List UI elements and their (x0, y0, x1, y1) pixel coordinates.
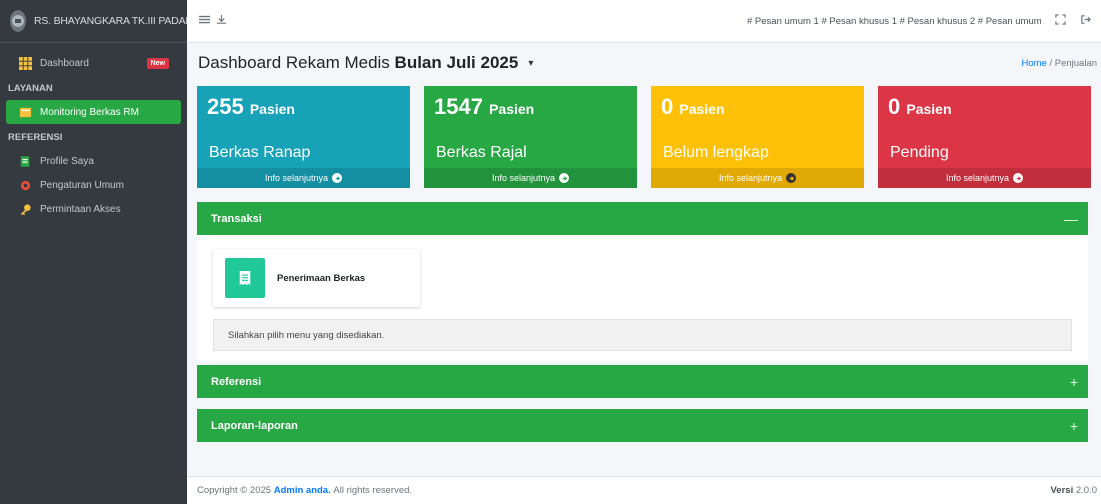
logout-icon[interactable] (1080, 14, 1091, 28)
arrow-circle-right-icon (332, 173, 343, 183)
expand-plus-icon[interactable]: + (1070, 418, 1078, 434)
stat-box-rajal: 1547 Pasien Berkas Rajal Info selanjutny… (424, 86, 637, 188)
fullscreen-icon[interactable] (1055, 14, 1066, 28)
page-title-period: Bulan Juli 2025 (394, 53, 519, 72)
arrow-circle-right-icon (1013, 173, 1024, 183)
sidebar-item-label: Permintaan Akses (40, 203, 121, 215)
sidebar-item-monitoring[interactable]: Monitoring Berkas RM (6, 100, 181, 124)
stat-label: Pending (890, 144, 949, 161)
period-dropdown-caret-icon[interactable]: ▾ (528, 58, 533, 69)
expand-plus-icon[interactable]: + (1070, 374, 1078, 390)
nav-header-referensi: REFERENSI (8, 132, 63, 143)
stat-more-info-link[interactable]: Info selanjutnya (878, 168, 1091, 188)
topbar: # Pesan umum 1 # Pesan khusus 1 # Pesan … (187, 0, 1101, 43)
version-info: Versi 2.0.0 (1051, 485, 1101, 496)
card-transaksi: Transaksi — Penerimaan Berkas Silahkan p… (197, 202, 1088, 361)
stat-number: 0 Pasien (661, 94, 725, 119)
brand-logo (10, 10, 26, 32)
copyright-text: Copyright © 2025 (197, 485, 272, 496)
stat-boxes: 255 Pasien Berkas Ranap Info selanjutnya… (187, 86, 1101, 188)
card-referensi: Referensi + (197, 365, 1088, 398)
sidebar-item-pengaturan[interactable]: Pengaturan Umum (6, 173, 181, 197)
page-footer: Copyright © 2025 Admin anda. All rights … (187, 476, 1101, 504)
stat-label: Belum lengkap (663, 144, 769, 161)
stat-number: 0 Pasien (888, 94, 952, 119)
stat-more-info-link[interactable]: Info selanjutnya (197, 168, 410, 188)
stat-number: 1547 Pasien (434, 94, 535, 119)
key-icon (18, 202, 32, 216)
stat-label: Berkas Rajal (436, 144, 527, 161)
menu-tile-label: Penerimaan Berkas (277, 272, 366, 284)
rights-text: All rights reserved. (333, 485, 413, 496)
card-laporan: Laporan-laporan + (197, 409, 1088, 442)
breadcrumb: Home / Penjualan (1021, 58, 1101, 69)
sidebar-item-permintaan[interactable]: Permintaan Akses (6, 197, 181, 221)
sidebar-item-profile[interactable]: Profile Saya (6, 149, 181, 173)
sidebar: RS. BHAYANGKARA TK.III PADANG Dashboard … (0, 0, 201, 504)
sidebar-item-label: Profile Saya (40, 155, 94, 167)
sidebar-item-label: Monitoring Berkas RM (40, 106, 139, 118)
card-title: Laporan-laporan (211, 419, 298, 432)
announcement-marquee: # Pesan umum 1 # Pesan khusus 1 # Pesan … (747, 15, 1045, 27)
version-number: 2.0.0 (1075, 485, 1097, 496)
brand-name: RS. BHAYANGKARA TK.III PADANG (34, 15, 201, 27)
stat-label: Berkas Ranap (209, 144, 311, 161)
download-icon[interactable] (216, 14, 227, 28)
gear-icon (18, 178, 32, 192)
sidebar-item-dashboard[interactable]: Dashboard New (6, 51, 181, 75)
arrow-circle-right-icon (559, 173, 570, 183)
folder-icon (18, 105, 32, 119)
sidebar-item-label: Dashboard (40, 57, 89, 69)
breadcrumb-separator: / (1049, 57, 1053, 69)
hamburger-menu-icon[interactable] (199, 14, 210, 28)
main-content: Dashboard Rekam Medis Bulan Juli 2025 ▾ … (187, 43, 1101, 504)
card-referensi-header[interactable]: Referensi + (197, 365, 1088, 398)
card-transaksi-header[interactable]: Transaksi — (197, 202, 1088, 235)
breadcrumb-current: Penjualan (1054, 57, 1097, 69)
collapse-minus-icon[interactable]: — (1064, 211, 1078, 227)
stat-box-belum-lengkap: 0 Pasien Belum lengkap Info selanjutnya (651, 86, 864, 188)
arrow-circle-right-icon (786, 173, 797, 183)
page-title: Dashboard Rekam Medis Bulan Juli 2025 (198, 53, 518, 73)
brand[interactable]: RS. BHAYANGKARA TK.III PADANG (0, 0, 201, 43)
stat-more-info-link[interactable]: Info selanjutnya (651, 168, 864, 188)
stat-box-pending: 0 Pasien Pending Info selanjutnya (878, 86, 1091, 188)
stat-more-info-link[interactable]: Info selanjutnya (424, 168, 637, 188)
breadcrumb-home-link[interactable]: Home (1021, 58, 1046, 69)
card-laporan-header[interactable]: Laporan-laporan + (197, 409, 1088, 442)
new-badge: New (146, 57, 169, 69)
receipt-icon (225, 258, 265, 298)
info-notice: Silahkan pilih menu yang disediakan. (213, 319, 1072, 351)
stat-box-ranap: 255 Pasien Berkas Ranap Info selanjutnya (197, 86, 410, 188)
page-title-prefix: Dashboard Rekam Medis (198, 53, 390, 72)
sidebar-item-label: Pengaturan Umum (40, 179, 124, 191)
card-title: Referensi (211, 375, 262, 388)
card-title: Transaksi (211, 212, 262, 225)
nav-header-layanan: LAYANAN (8, 83, 53, 94)
admin-link[interactable]: Admin anda. (274, 485, 331, 496)
dashboard-grid-icon (18, 56, 32, 70)
id-card-icon (18, 154, 32, 168)
menu-tile-penerimaan-berkas[interactable]: Penerimaan Berkas (213, 249, 420, 307)
version-label: Versi (1050, 485, 1074, 496)
stat-number: 255 Pasien (207, 94, 295, 119)
